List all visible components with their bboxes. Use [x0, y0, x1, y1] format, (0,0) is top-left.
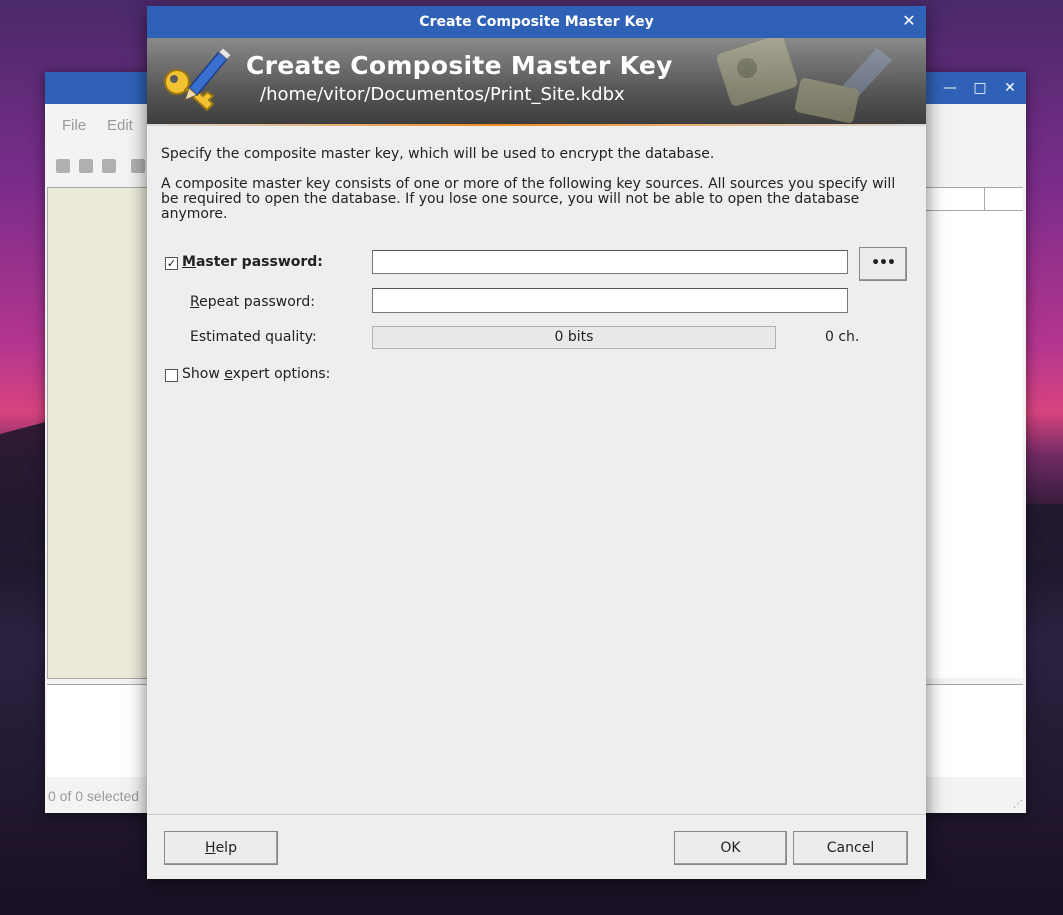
close-icon[interactable]: ✕: [900, 12, 918, 30]
estimated-quality-label: Estimated quality:: [190, 329, 317, 345]
status-text: 0 of 0 selected: [48, 788, 140, 804]
banner-background-art: [716, 38, 892, 123]
repeat-password-input[interactable]: [372, 288, 848, 313]
quality-progress-bar: 0 bits: [372, 326, 776, 349]
label-rest: aster password:: [195, 254, 323, 270]
expert-options-label[interactable]: Show expert options:: [182, 366, 330, 382]
maximize-icon[interactable]: □: [970, 78, 990, 98]
expert-options-checkbox[interactable]: [165, 369, 178, 382]
label-pre: Show: [182, 366, 225, 382]
add-entry-icon[interactable]: [131, 159, 145, 173]
mnemonic-e: e: [224, 366, 233, 382]
entry-list-pane[interactable]: [925, 187, 1023, 678]
character-count: 0 ch.: [825, 329, 860, 345]
menu-file[interactable]: File: [62, 117, 86, 134]
label-rest: epeat password:: [199, 294, 315, 310]
mnemonic-m: M: [182, 254, 196, 270]
close-icon[interactable]: ✕: [1000, 78, 1020, 98]
menu-edit[interactable]: Edit: [107, 117, 133, 134]
banner-title: Create Composite Master Key: [246, 51, 673, 80]
description-text: A composite master key consists of one o…: [161, 176, 896, 222]
intro-text: Specify the composite master key, which …: [161, 146, 715, 162]
group-tree-pane[interactable]: [47, 187, 151, 679]
open-database-icon[interactable]: [79, 159, 93, 173]
banner-accent-line: [147, 124, 926, 126]
mnemonic-r: R: [190, 294, 200, 310]
mnemonic-h: H: [205, 840, 216, 856]
help-button[interactable]: Help: [164, 831, 278, 865]
dialog-banner: Create Composite Master Key /home/vitor/…: [147, 38, 926, 124]
check-icon: ✓: [166, 257, 177, 270]
create-master-key-dialog: Create Composite Master Key ✕ Create Com…: [147, 6, 926, 879]
key-pencil-icon: [164, 47, 231, 111]
dialog-window-title: Create Composite Master Key: [419, 14, 654, 30]
reveal-password-button[interactable]: •••: [859, 247, 907, 281]
quality-bits-text: 0 bits: [554, 329, 594, 345]
repeat-password-label: Repeat password:: [190, 294, 315, 310]
master-password-input[interactable]: [372, 250, 848, 274]
minimize-icon[interactable]: —: [940, 78, 960, 98]
resize-grip-icon[interactable]: ⋰: [1013, 800, 1023, 810]
label-rest: xpert options:: [232, 366, 331, 382]
help-label-rest: elp: [215, 840, 237, 856]
database-path: /home/vitor/Documentos/Print_Site.kdbx: [260, 84, 625, 105]
dialog-titlebar: Create Composite Master Key ✕: [147, 6, 926, 38]
entry-list-header: [925, 188, 1023, 211]
cancel-button[interactable]: Cancel: [793, 831, 908, 865]
footer-divider: [147, 814, 926, 815]
column-divider[interactable]: [984, 188, 985, 210]
save-database-icon[interactable]: [102, 159, 116, 173]
master-password-label[interactable]: Master password:: [182, 254, 323, 270]
new-database-icon[interactable]: [56, 159, 70, 173]
master-password-checkbox[interactable]: ✓: [165, 257, 178, 270]
ok-button[interactable]: OK: [674, 831, 787, 865]
